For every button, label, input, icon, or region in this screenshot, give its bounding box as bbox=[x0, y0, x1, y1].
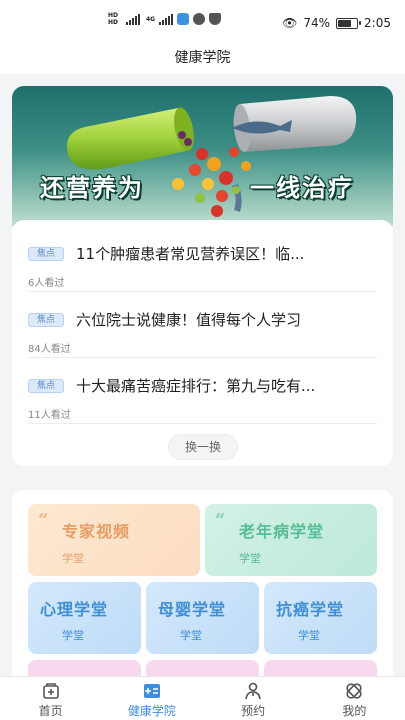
banner[interactable]: 还营养为 一线治疗 bbox=[12, 86, 393, 226]
bottom-nav: 首页 健康学院 预约 我的 bbox=[0, 676, 405, 720]
nav-label: 预约 bbox=[241, 704, 266, 718]
category-name: 心理学堂 bbox=[40, 600, 109, 619]
message-app-icon bbox=[177, 13, 190, 25]
category-tile[interactable] bbox=[146, 660, 259, 676]
category-name: 抗癌学堂 bbox=[276, 600, 345, 619]
academy-icon bbox=[143, 684, 160, 698]
category-name: 老年病学堂 bbox=[239, 522, 325, 541]
category-sub: 学堂 bbox=[239, 552, 261, 565]
battery-percent: 74% bbox=[303, 16, 331, 30]
quote-mark-icon: “ bbox=[215, 510, 226, 531]
news-item[interactable]: 焦点 六位院士说健康！值得每个人学习 84人看过 bbox=[28, 292, 377, 358]
category-sub: 学堂 bbox=[298, 629, 320, 642]
network-type: 4G bbox=[146, 15, 156, 23]
banner-text-right: 一线治疗 bbox=[250, 174, 354, 202]
status-bar-left: HD HD 4G bbox=[108, 12, 222, 26]
signal-icon-2 bbox=[159, 13, 174, 25]
shield-icon bbox=[209, 13, 222, 25]
news-item[interactable]: 焦点 11个肿瘤患者常见营养误区！临... 6人看过 bbox=[28, 226, 377, 292]
category-expert-video[interactable]: “ 专家视频 学堂 bbox=[28, 504, 200, 576]
status-bar-right: 👁 74% 2:05 bbox=[282, 16, 391, 30]
category-sub: 学堂 bbox=[180, 629, 202, 642]
main-content[interactable]: 还营养为 一线治疗 焦点 11个肿瘤患者常见营养误区！临... 6人看过 焦点 … bbox=[0, 74, 405, 676]
category-sub: 学堂 bbox=[62, 629, 84, 642]
banner-slogan: 还营养为 一线治疗 bbox=[32, 168, 382, 202]
battery-icon bbox=[336, 17, 362, 29]
banner-illustration bbox=[66, 96, 357, 217]
category-grid: “ 专家视频 学堂 “ 老年病学堂 学堂 心理学堂 学堂 母婴学堂 学堂 抗癌学… bbox=[12, 490, 393, 676]
clock: 2:05 bbox=[364, 16, 391, 30]
focus-tag: 焦点 bbox=[28, 247, 64, 261]
category-maternal-infant[interactable]: 母婴学堂 学堂 bbox=[146, 582, 259, 654]
news-title[interactable]: 十大最痛苦癌症排行：第九与吃有... bbox=[76, 375, 372, 397]
nav-home[interactable]: 首页 bbox=[0, 677, 101, 720]
category-geriatrics[interactable]: “ 老年病学堂 学堂 bbox=[205, 504, 377, 576]
view-count: 6人看过 bbox=[28, 278, 65, 289]
focus-tag: 焦点 bbox=[28, 313, 64, 327]
signal-icon bbox=[126, 13, 140, 25]
nav-profile[interactable]: 我的 bbox=[304, 677, 405, 720]
capsule-green bbox=[66, 108, 190, 170]
view-count: 84人看过 bbox=[28, 344, 71, 355]
refresh-button[interactable]: 换一换 bbox=[168, 434, 238, 460]
eye-comfort-icon: 👁 bbox=[282, 16, 298, 30]
category-tile[interactable] bbox=[28, 660, 141, 676]
battery-fill bbox=[338, 19, 352, 27]
chat-app-icon bbox=[193, 13, 206, 25]
nav-academy[interactable]: 健康学院 bbox=[101, 677, 202, 720]
news-title[interactable]: 11个肿瘤患者常见营养误区！临... bbox=[76, 243, 372, 265]
quote-mark-icon: “ bbox=[38, 510, 49, 531]
category-sub: 学堂 bbox=[62, 552, 84, 565]
nav-appointment[interactable]: 预约 bbox=[203, 677, 304, 720]
category-name: 母婴学堂 bbox=[158, 600, 227, 619]
doctor-icon bbox=[245, 682, 261, 700]
view-count: 11人看过 bbox=[28, 410, 71, 421]
nav-label: 健康学院 bbox=[127, 704, 176, 718]
news-card: 焦点 11个肿瘤患者常见营养误区！临... 6人看过 焦点 六位院士说健康！值得… bbox=[12, 220, 393, 466]
news-title[interactable]: 六位院士说健康！值得每个人学习 bbox=[76, 309, 372, 331]
category-psychology[interactable]: 心理学堂 学堂 bbox=[28, 582, 141, 654]
nav-label: 我的 bbox=[342, 704, 367, 718]
home-icon bbox=[42, 683, 59, 699]
focus-tag: 焦点 bbox=[28, 379, 64, 393]
news-item[interactable]: 焦点 十大最痛苦癌症排行：第九与吃有... 11人看过 bbox=[28, 358, 377, 424]
nav-label: 首页 bbox=[38, 704, 63, 718]
hd-indicator: HD HD bbox=[108, 12, 119, 26]
category-name: 专家视频 bbox=[62, 522, 131, 541]
profile-icon bbox=[346, 683, 363, 699]
page-title: 健康学院 bbox=[0, 44, 405, 74]
category-tile[interactable] bbox=[264, 660, 377, 676]
category-anticancer[interactable]: 抗癌学堂 学堂 bbox=[264, 582, 377, 654]
banner-text-left: 还营养为 bbox=[40, 174, 144, 202]
status-bar: HD HD 4G 👁 74% 2:05 bbox=[0, 0, 405, 44]
